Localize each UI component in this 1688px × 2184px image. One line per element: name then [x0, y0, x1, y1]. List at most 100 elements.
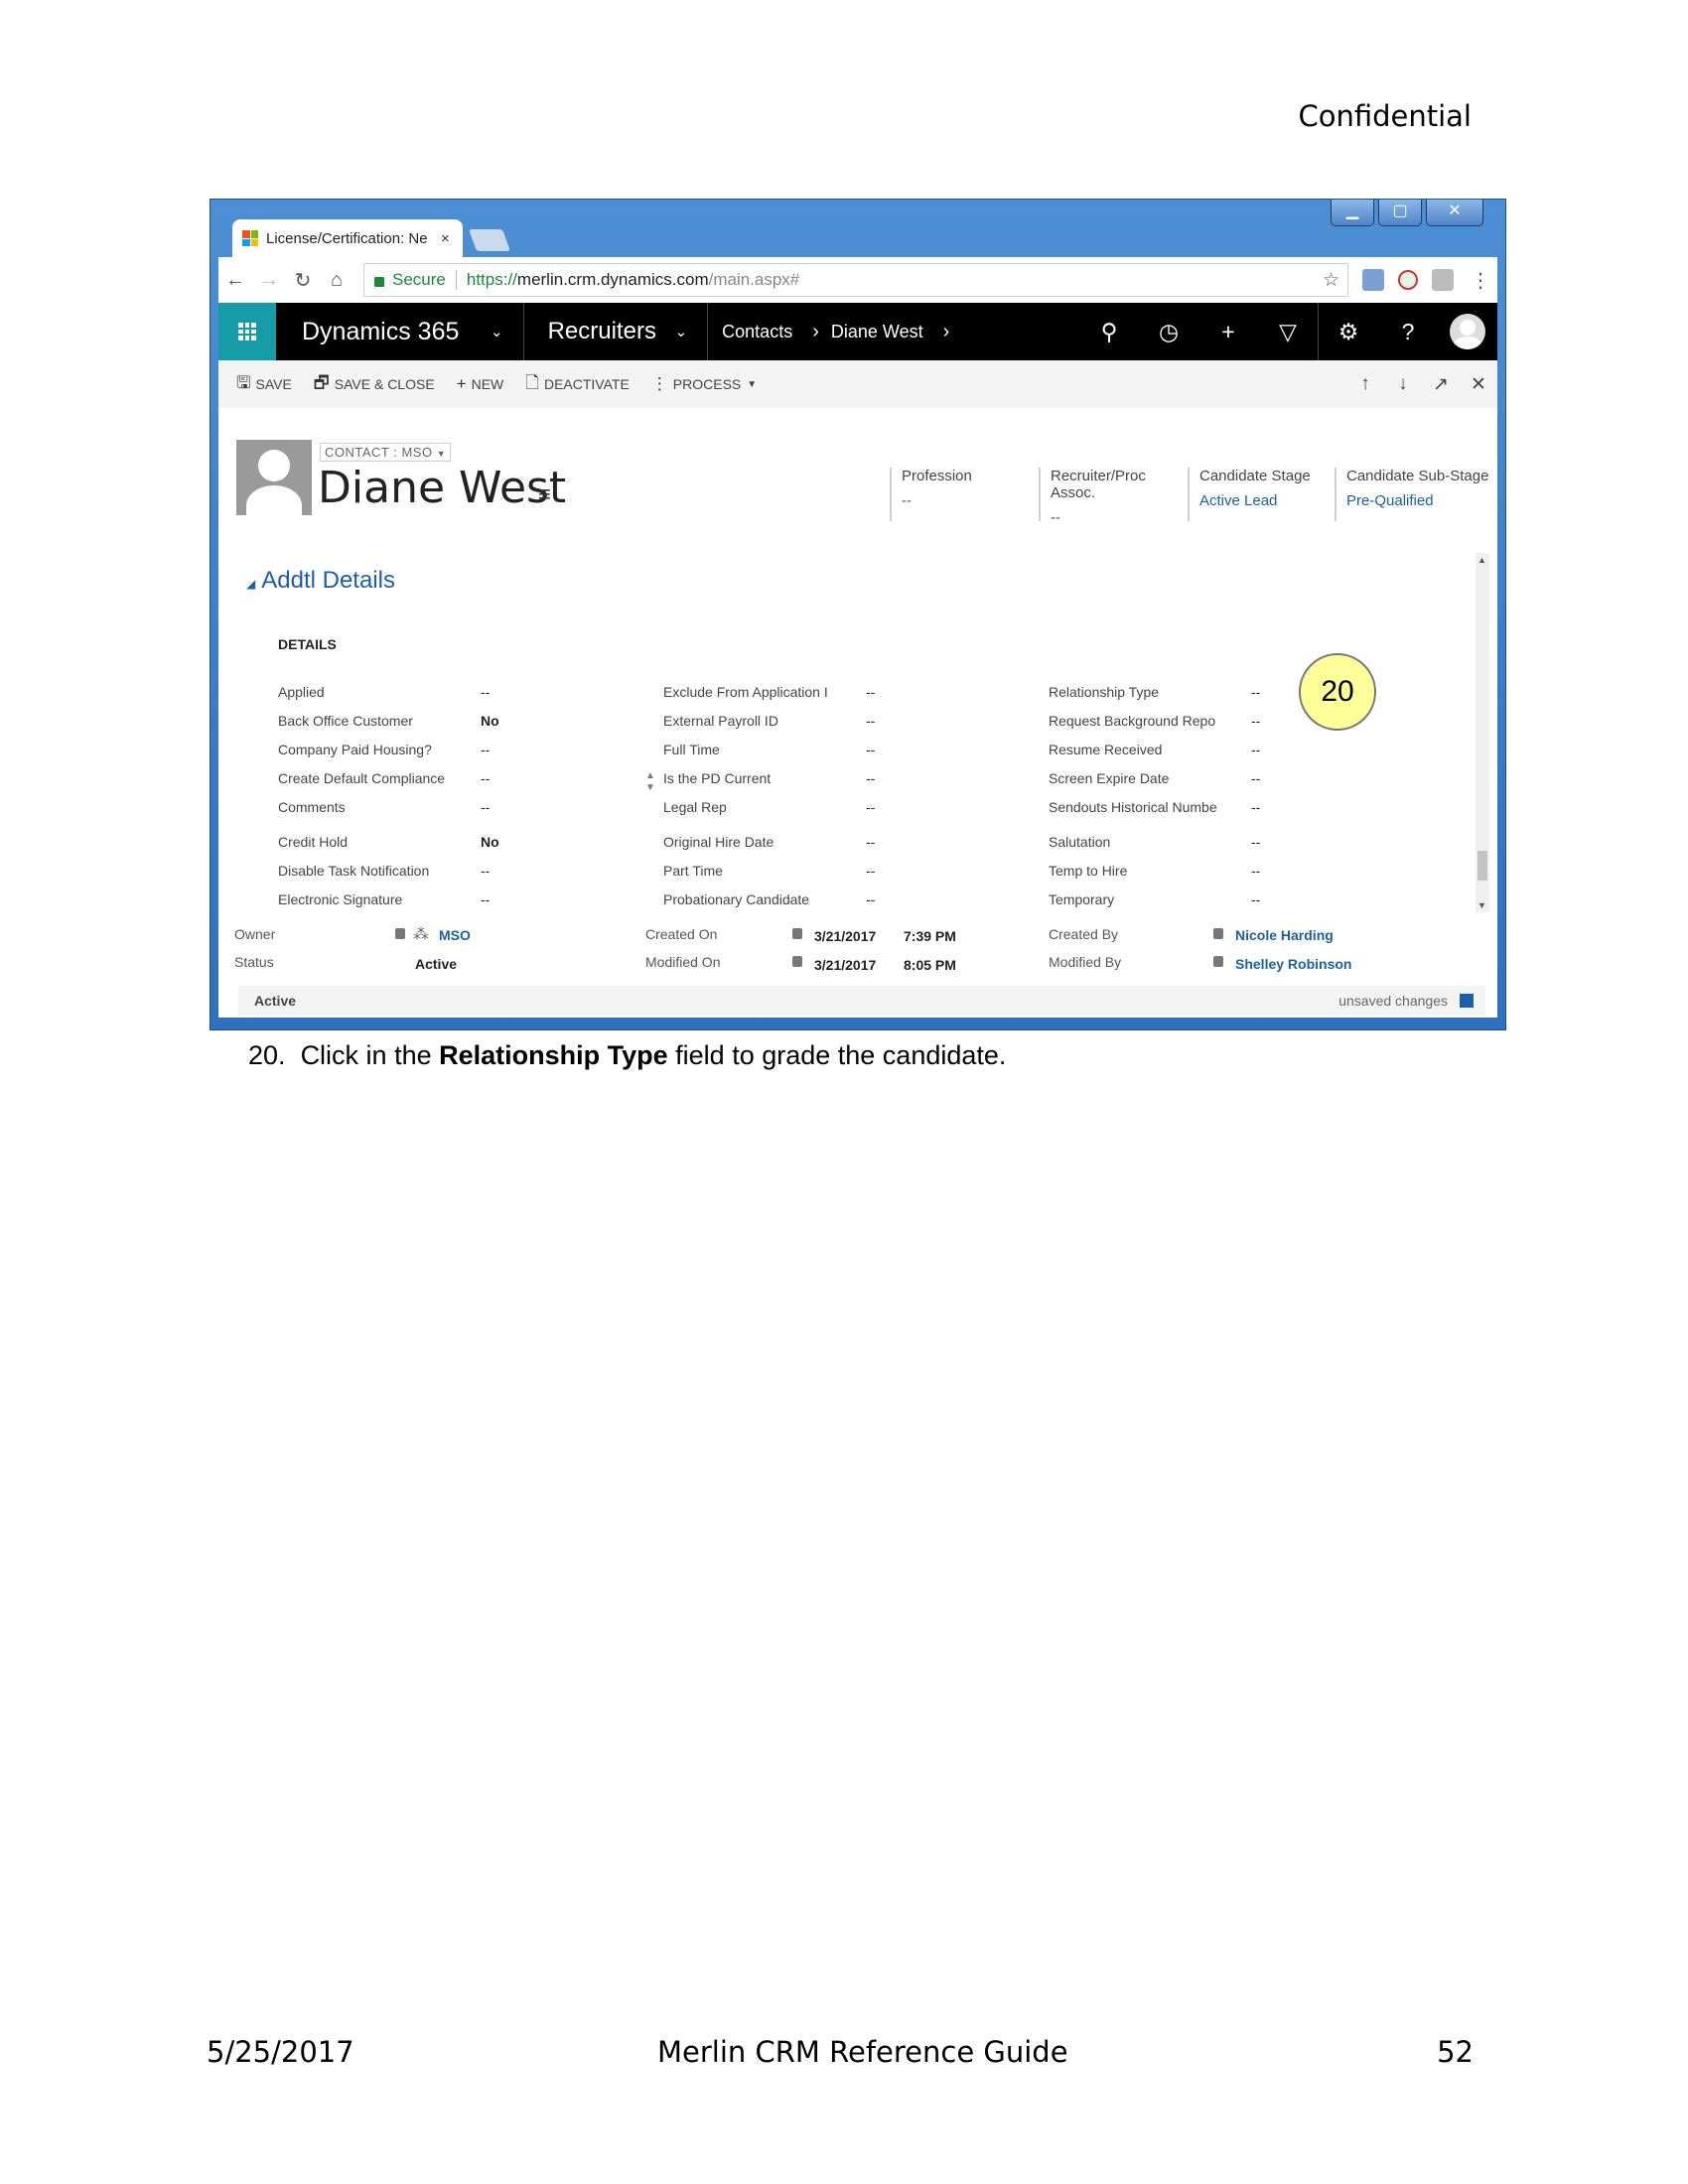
- field-label: Electronic Signature: [278, 891, 403, 907]
- field-value[interactable]: --: [866, 863, 875, 879]
- bookmark-star-icon[interactable]: ☆: [1323, 269, 1339, 292]
- header-field-profession[interactable]: Profession --: [890, 468, 997, 521]
- app-launcher-button[interactable]: [218, 303, 276, 360]
- extension-icon[interactable]: [1362, 269, 1384, 291]
- scroll-down-icon[interactable]: ▼: [1477, 900, 1486, 910]
- header-field-value: Pre-Qualified: [1346, 492, 1434, 509]
- field-value[interactable]: --: [1251, 891, 1260, 907]
- save-close-button[interactable]: 🗗 SAVE & CLOSE: [314, 370, 435, 399]
- new-label: NEW: [471, 376, 504, 392]
- save-button[interactable]: 🖫 SAVE: [236, 370, 292, 399]
- field-value[interactable]: --: [1251, 770, 1260, 786]
- help-icon[interactable]: ?: [1378, 319, 1438, 345]
- header-field-candidate-sub-stage[interactable]: Candidate Sub-Stage Pre-Qualified: [1335, 468, 1495, 521]
- reload-icon[interactable]: ↻: [286, 268, 320, 293]
- created-by-link[interactable]: Nicole Harding: [1235, 927, 1334, 943]
- extension-puzzle-icon[interactable]: [1432, 269, 1454, 291]
- field-value[interactable]: --: [481, 742, 490, 757]
- search-icon[interactable]: ⚲: [1079, 319, 1139, 345]
- field-value[interactable]: --: [1251, 863, 1260, 879]
- form-scrollbar[interactable]: ▲ ▼: [1476, 553, 1489, 912]
- filter-icon[interactable]: ▽: [1258, 319, 1318, 345]
- field-value[interactable]: No: [481, 713, 499, 729]
- home-icon[interactable]: ⌂: [320, 269, 353, 292]
- field-value[interactable]: --: [866, 713, 875, 729]
- field-label: Legal Rep: [663, 799, 727, 815]
- field-value[interactable]: --: [866, 799, 875, 815]
- section-header-addtl-details[interactable]: ◢ Addtl Details: [246, 567, 395, 595]
- field-value[interactable]: --: [1251, 799, 1260, 815]
- gear-icon[interactable]: ⚙: [1319, 319, 1378, 345]
- scrollbar-thumb[interactable]: [1477, 851, 1487, 881]
- back-arrow-icon[interactable]: ←: [218, 269, 252, 292]
- lock-icon: [792, 956, 802, 967]
- scroll-up-icon[interactable]: ▲: [1477, 555, 1486, 565]
- field-value[interactable]: --: [481, 684, 490, 700]
- arrow-down-icon[interactable]: ↓: [1384, 373, 1422, 396]
- collapse-icon: ◢: [246, 577, 256, 591]
- header-field-value: --: [902, 492, 912, 509]
- chevron-down-icon[interactable]: ⌄: [675, 323, 688, 341]
- form-selector-label: CONTACT : MSO: [325, 445, 433, 460]
- user-avatar[interactable]: [1438, 314, 1497, 349]
- field-value[interactable]: --: [481, 891, 490, 907]
- plus-icon: +: [456, 374, 467, 393]
- field-value[interactable]: No: [481, 834, 499, 850]
- breadcrumb-contacts[interactable]: Contacts: [708, 322, 792, 342]
- record-menu-icon[interactable]: ≡: [538, 481, 551, 507]
- header-field-recruiter[interactable]: Recruiter/Proc Assoc. --: [1039, 468, 1186, 526]
- comments-resize-handle[interactable]: ▲ ▼: [645, 770, 655, 794]
- field-value[interactable]: --: [866, 770, 875, 786]
- section-title: Addtl Details: [261, 567, 395, 594]
- browser-menu-icon[interactable]: ⋮: [1464, 268, 1497, 293]
- new-tab-button[interactable]: [468, 229, 511, 251]
- status-value[interactable]: Active: [415, 956, 457, 972]
- field-value[interactable]: --: [481, 863, 490, 879]
- field-value[interactable]: --: [866, 834, 875, 850]
- history-icon[interactable]: ◷: [1139, 319, 1198, 345]
- forward-arrow-icon[interactable]: →: [252, 269, 286, 292]
- field-value[interactable]: --: [1251, 742, 1260, 757]
- chevron-down-icon[interactable]: ⌄: [491, 323, 503, 341]
- address-bar[interactable]: Secure https:// merlin.crm.dynamics.com …: [363, 263, 1348, 297]
- module-title[interactable]: Recruiters: [524, 318, 675, 345]
- field-label: Is the PD Current: [663, 770, 772, 786]
- field-value[interactable]: --: [866, 891, 875, 907]
- form-selector[interactable]: CONTACT : MSO ▼: [320, 443, 452, 462]
- process-icon: ⋮: [650, 374, 668, 393]
- field-label: Temp to Hire: [1049, 863, 1128, 879]
- chevron-right-icon[interactable]: ›: [923, 321, 962, 343]
- arrow-up-icon[interactable]: ↑: [1346, 373, 1384, 396]
- field-value[interactable]: --: [1251, 713, 1260, 729]
- unsaved-changes-text: unsaved changes: [1338, 993, 1448, 1009]
- owner-link[interactable]: MSO: [439, 927, 471, 943]
- process-button[interactable]: ⋮ PROCESS ▼: [651, 374, 757, 394]
- url-path: /main.aspx#: [708, 270, 800, 289]
- field-value[interactable]: --: [1251, 834, 1260, 850]
- save-icon[interactable]: [1460, 994, 1474, 1008]
- breadcrumb-record[interactable]: Diane West: [831, 322, 923, 342]
- contact-photo[interactable]: [236, 440, 312, 515]
- floppy-disk-icon: 🖫: [236, 372, 251, 392]
- lock-icon: [374, 277, 384, 287]
- lock-icon: [1213, 928, 1223, 939]
- deactivate-button[interactable]: 🗋 DEACTIVATE: [525, 370, 630, 399]
- field-label: Create Default Compliance: [278, 770, 446, 786]
- deactivate-label: DEACTIVATE: [543, 376, 630, 392]
- brand-title[interactable]: Dynamics 365: [276, 318, 491, 346]
- field-value[interactable]: --: [866, 684, 875, 700]
- browser-tab[interactable]: License/Certification: Ne ×: [232, 219, 463, 257]
- tab-close-icon[interactable]: ×: [441, 230, 463, 247]
- plus-icon[interactable]: +: [1198, 319, 1258, 345]
- relationship-type-field[interactable]: --: [1251, 684, 1260, 700]
- modified-by-link[interactable]: Shelley Robinson: [1235, 956, 1351, 972]
- field-value[interactable]: --: [481, 770, 490, 786]
- caption-text-end: field to grade the candidate.: [667, 1040, 1007, 1070]
- extension-shield-icon[interactable]: [1398, 270, 1418, 290]
- comments-field[interactable]: --: [481, 799, 490, 815]
- close-icon[interactable]: ✕: [1460, 373, 1497, 396]
- header-field-candidate-stage[interactable]: Candidate Stage Active Lead: [1188, 468, 1327, 521]
- pop-out-icon[interactable]: ↗: [1422, 373, 1460, 396]
- field-value[interactable]: --: [866, 742, 875, 757]
- new-button[interactable]: + NEW: [457, 374, 504, 394]
